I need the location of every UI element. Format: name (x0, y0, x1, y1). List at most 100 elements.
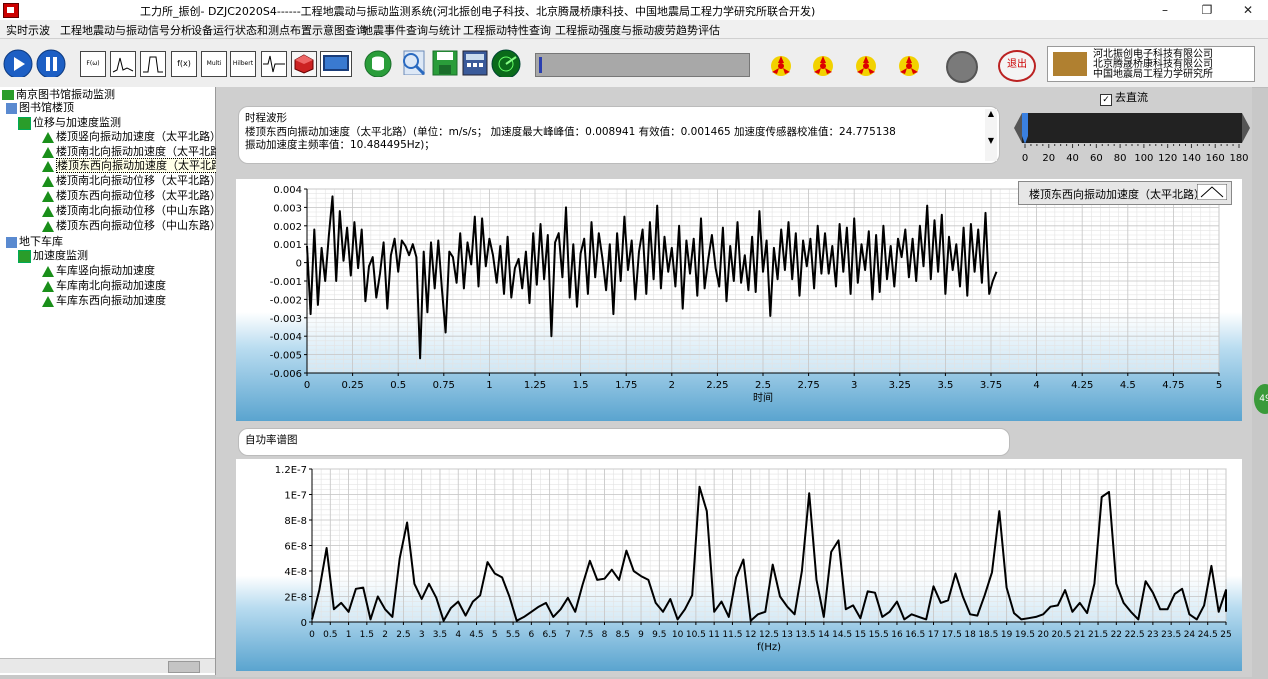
tree-node-label: 地下车库 (19, 235, 63, 248)
info-scrollbar[interactable]: ▲ ▼ (985, 109, 997, 161)
monitor-icon[interactable] (320, 51, 352, 77)
slider-tick-label: 120 (1158, 153, 1177, 164)
tree-node-label: 楼顶南北向振动位移（中山东路） (56, 204, 221, 217)
tree-node-label: 车库竖向振动加速度 (56, 264, 155, 277)
tree-node-roof-ns-disp-zs[interactable]: 楼顶南北向振动位移（中山东路） (42, 203, 221, 218)
wavelet-icon[interactable]: Multi Analysis (201, 51, 227, 77)
close-button[interactable]: ✕ (1228, 0, 1268, 20)
slider-tick-label: 100 (1134, 153, 1153, 164)
waveform-icon[interactable] (261, 51, 287, 77)
menu-vibration-characteristics[interactable]: 工程振动特性查询 (463, 22, 551, 38)
side-badge[interactable]: 49 (1254, 384, 1268, 414)
tree-node-roof-monitoring[interactable]: 位移与加速度监测 (18, 115, 121, 130)
x-tick-label: 1 (346, 630, 352, 640)
menu-realtime[interactable]: 实时示波 (6, 22, 50, 38)
site-icon (6, 236, 17, 248)
fft-icon[interactable]: F(ω) (80, 51, 106, 77)
waveform-chart: 0.004 0.003 0.002 0.001 0 -0.001 -0.002 -0.003 -… (270, 185, 1222, 404)
tree-node-garage[interactable]: 地下车库 (6, 234, 63, 249)
x-tick-label: 11.5 (722, 630, 742, 640)
x-tick-label: 15 (855, 630, 866, 640)
x-tick-label: 8.5 (616, 630, 630, 640)
x-tick-label: 1.25 (524, 380, 546, 391)
tree-node-garage-monitoring[interactable]: 加速度监测 (18, 248, 88, 263)
y-tick-label: 8E-8 (284, 516, 307, 527)
x-tick-label: 4.5 (1120, 380, 1136, 391)
hilbert-icon[interactable]: Hilbert (230, 51, 256, 77)
save-icon[interactable] (432, 50, 462, 78)
hazard-icon[interactable] (896, 54, 920, 76)
x-tick-label: 4 (455, 630, 461, 640)
tree-node-roof-ew-disp-tp[interactable]: 楼顶东西向振动位移（太平北路） (42, 188, 221, 203)
x-tick-label: 18 (964, 630, 976, 640)
tree-node-library-roof[interactable]: 图书馆楼顶 (6, 100, 74, 115)
progress-bar (535, 53, 750, 77)
spectrum-icon[interactable] (110, 51, 136, 77)
play-icon[interactable] (3, 49, 33, 77)
database-icon[interactable] (364, 49, 394, 77)
search-icon[interactable] (398, 47, 428, 75)
tree-node-roof-vertical-acc[interactable]: 楼顶竖向振动加速度（太平北路） (42, 129, 221, 144)
y-tick-label: 1.2E-7 (275, 465, 307, 476)
x-tick-label: 23.5 (1161, 630, 1181, 640)
menu-fatigue-assessment[interactable]: 工程振动强度与振动疲劳趋势评估 (555, 22, 720, 38)
tree-node-garage-vertical-acc[interactable]: 车库竖向振动加速度 (42, 263, 155, 278)
slider-tick-label: 0 (1022, 153, 1028, 164)
tree-horizontal-scrollbar[interactable] (0, 658, 215, 673)
logo-line-3: 中国地震局工程力学研究所 (1093, 69, 1213, 80)
calculator-icon[interactable] (462, 50, 492, 78)
x-tick-label: 2.5 (755, 380, 771, 391)
menu-earthquake-events[interactable]: 地震事件查询与统计 (362, 22, 461, 38)
tree-node-roof-ew-acc[interactable]: 楼顶东西向振动加速度（太平北路） (42, 158, 234, 173)
x-tick-label: 3.25 (889, 380, 911, 391)
sensor-icon (42, 146, 54, 158)
radar-icon[interactable] (491, 49, 521, 77)
x-tick-label: 15.5 (869, 630, 889, 640)
x-tick-label: 6.5 (542, 630, 556, 640)
hazard-icon[interactable] (810, 54, 834, 76)
chart-legend[interactable]: 楼顶东西向振动加速度（太平北路） (1018, 181, 1232, 205)
checkbox-icon[interactable]: ✓ (1100, 94, 1112, 106)
tree-node-label: 楼顶东西向振动位移（中山东路） (56, 219, 221, 232)
sensor-icon (42, 265, 54, 277)
function-icon[interactable]: f(x) (171, 51, 197, 77)
cube-icon[interactable] (291, 51, 317, 77)
slider-tick-label: 80 (1114, 153, 1127, 164)
x-tick-label: 1.5 (573, 380, 589, 391)
exit-button[interactable]: 退出 (998, 50, 1036, 82)
tree-node-label: 车库东西向振动加速度 (56, 294, 166, 307)
tree-node-label: 位移与加速度监测 (33, 116, 121, 129)
sensor-icon (42, 190, 54, 202)
time-slider[interactable]: 0 20 40 60 80 100 120 140 160 180 (1010, 108, 1255, 170)
filter-icon[interactable] (140, 51, 166, 77)
hazard-icon[interactable] (768, 54, 792, 76)
x-tick-label: 20 (1037, 630, 1049, 640)
x-tick-label: 19.5 (1015, 630, 1035, 640)
detrend-checkbox[interactable]: ✓ 去直流 (1100, 89, 1148, 106)
sensor-icon (42, 220, 54, 232)
spectrum-chart: 1.2E-71E-78E-86E-84E-82E-800 0.5 1 1.5 2 2.5 3… (275, 465, 1232, 653)
x-tick-label: 4.75 (1162, 380, 1184, 391)
menu-signal-analysis[interactable]: 工程地震动与振动信号分析 (60, 22, 192, 38)
x-tick-label: 3 (419, 630, 425, 640)
status-led (946, 51, 978, 83)
tree-node-roof-ns-disp-tp[interactable]: 楼顶南北向振动位移（太平北路） (42, 173, 221, 188)
tree-node-garage-ew-acc[interactable]: 车库东西向振动加速度 (42, 293, 166, 308)
tree-node-roof-ns-acc[interactable]: 楼顶南北向振动加速度（太平北路 (42, 144, 221, 159)
hazard-icon[interactable] (853, 54, 877, 76)
tree-node-garage-ns-acc[interactable]: 车库南北向振动加速度 (42, 278, 166, 293)
menu-bar: 实时示波 工程地震动与振动信号分析 设备运行状态和测点布置示意图查询 地震事件查… (0, 20, 1268, 39)
x-tick-label: 0.5 (323, 630, 337, 640)
sensor-icon (42, 131, 54, 143)
menu-device-status[interactable]: 设备运行状态和测点布置示意图查询 (191, 22, 367, 38)
pause-icon[interactable] (36, 49, 66, 77)
maximize-button[interactable]: ❐ (1187, 0, 1227, 20)
x-tick-label: 17 (928, 630, 939, 640)
tree-node-roof-ew-disp-zs[interactable]: 楼顶东西向振动位移（中山东路） (42, 218, 221, 233)
x-tick-label: 4.5 (469, 630, 483, 640)
x-tick-label: 24 (1184, 630, 1196, 640)
scrollbar-thumb[interactable] (168, 661, 200, 673)
spectrum-info-box: 自功率谱图 (238, 428, 1010, 456)
y-tick-label: 1E-7 (284, 491, 307, 502)
minimize-button[interactable]: – (1145, 0, 1185, 20)
